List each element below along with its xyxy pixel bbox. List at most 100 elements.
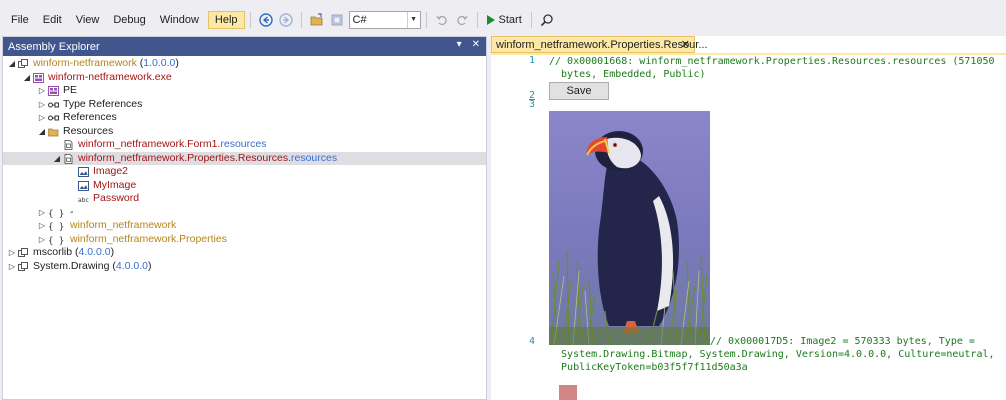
tree-node[interactable]: ▷{ } - bbox=[3, 206, 486, 220]
panel-menu-icon[interactable]: ▾ bbox=[457, 39, 462, 50]
tree-node[interactable]: ◢ winform-netframework.exe bbox=[3, 71, 486, 85]
language-value: C# bbox=[352, 13, 367, 26]
open-list-button[interactable] bbox=[328, 11, 346, 29]
tree-node-label-part: MyImage bbox=[93, 178, 137, 191]
tree-node-label: System.Drawing (4.0.0.0) bbox=[33, 260, 152, 274]
tree-node-label-part: winform-netframework bbox=[33, 57, 137, 69]
forward-button[interactable] bbox=[277, 11, 295, 29]
collapsed-arrow-icon[interactable]: ▷ bbox=[37, 206, 47, 220]
start-button[interactable]: Start bbox=[483, 14, 526, 26]
open-folder-icon bbox=[310, 12, 322, 25]
menu-file[interactable]: File bbox=[4, 11, 36, 29]
svg-text:{ }: { } bbox=[48, 236, 64, 245]
search-icon bbox=[540, 13, 553, 26]
code-comment: bytes, Embedded, Public) bbox=[549, 69, 706, 80]
tree-node-label-part: resources bbox=[291, 151, 338, 164]
collapsed-arrow-icon[interactable]: ▷ bbox=[7, 260, 17, 274]
tree-node[interactable]: ▷ PE bbox=[3, 84, 486, 98]
play-icon bbox=[486, 14, 495, 25]
language-select[interactable]: C# ▼ bbox=[348, 10, 421, 29]
tree-node-label-part: winform_netframework.Properties.Resource… bbox=[78, 151, 291, 164]
expanded-arrow-icon[interactable]: ◢ bbox=[7, 57, 17, 71]
code-comment: // 0x000017D5: Image2 = 570333 bytes, Ty… bbox=[710, 336, 975, 347]
resource-file-icon bbox=[63, 140, 74, 150]
tree-node[interactable]: ▷{ } winform_netframework.Properties bbox=[3, 233, 486, 247]
collapsed-arrow-icon[interactable]: ▷ bbox=[37, 219, 47, 233]
search-button[interactable] bbox=[538, 11, 556, 29]
tree-node[interactable]: winform_netframework.Form1.resources bbox=[3, 138, 486, 152]
expanded-arrow-icon[interactable]: ◢ bbox=[37, 125, 47, 139]
tree-node[interactable]: Image2 bbox=[3, 165, 486, 179]
svg-text:{ }: { } bbox=[48, 209, 64, 218]
tree-node[interactable]: ▷ Type References bbox=[3, 98, 486, 112]
tree-node[interactable]: ◢ Resources bbox=[3, 125, 486, 139]
pe-icon bbox=[48, 86, 59, 96]
menu-edit[interactable]: Edit bbox=[36, 11, 69, 29]
assembly-list-icon bbox=[331, 14, 342, 25]
module-icon bbox=[33, 72, 44, 83]
collapsed-arrow-icon[interactable]: ▷ bbox=[37, 84, 47, 98]
line-number: 4 bbox=[528, 336, 535, 347]
undo-button[interactable] bbox=[433, 11, 451, 29]
menu-view[interactable]: View bbox=[69, 11, 107, 29]
tree-node-label: - bbox=[70, 206, 74, 220]
tree-node-label-part: ) bbox=[110, 246, 115, 258]
tree-node[interactable]: ◢ winform_netframework.Properties.Resourc… bbox=[3, 151, 486, 166]
toolbar-separator bbox=[249, 11, 251, 28]
tree-node-label-part: 4.0.0.0 bbox=[78, 246, 111, 258]
namespace-icon: { } bbox=[48, 221, 66, 232]
menu-help[interactable]: Help bbox=[207, 10, 245, 29]
back-button[interactable] bbox=[257, 11, 275, 29]
tree-node[interactable]: ▷{ } winform_netframework bbox=[3, 219, 486, 233]
tree-node[interactable]: abc Password bbox=[3, 192, 486, 206]
collapsed-arrow-icon[interactable]: ▷ bbox=[37, 98, 47, 112]
namespace-icon: { } bbox=[48, 235, 66, 245]
toolbar-separator bbox=[530, 11, 532, 28]
expanded-arrow-icon[interactable]: ◢ bbox=[52, 152, 62, 166]
tree-node-label: winform_netframework.Properties.Resource… bbox=[78, 152, 337, 166]
tree-node-label-part: References bbox=[63, 111, 117, 123]
collapsed-arrow-icon[interactable]: ▷ bbox=[7, 246, 17, 260]
references-icon bbox=[48, 113, 59, 123]
code-comment: // 0x00001668: winform_netframework.Prop… bbox=[549, 56, 995, 67]
tree-node[interactable]: ▷ mscorlib (4.0.0.0) bbox=[3, 246, 486, 260]
tree-node-label-part: - bbox=[70, 205, 74, 218]
tree-node-label: winform_netframework bbox=[70, 219, 176, 233]
folder-open-icon bbox=[48, 127, 59, 137]
close-icon[interactable]: ✕ bbox=[472, 39, 480, 50]
menu-window[interactable]: Window bbox=[153, 11, 206, 29]
tree-node-label: mscorlib (4.0.0.0) bbox=[33, 246, 114, 260]
menu-debug[interactable]: Debug bbox=[106, 11, 152, 29]
code-editor[interactable]: 1 // 0x00001668: winform_netframework.Pr… bbox=[491, 55, 1006, 400]
image-icon bbox=[78, 167, 89, 177]
collapsed-arrow-icon[interactable]: ▷ bbox=[37, 233, 47, 247]
puffin-image bbox=[549, 111, 710, 345]
tree-node[interactable]: ▷ System.Drawing (4.0.0.0) bbox=[3, 260, 486, 274]
tree-node-label: winform-netframework.exe bbox=[48, 71, 172, 85]
collapsed-arrow-icon[interactable]: ▷ bbox=[37, 111, 47, 125]
tree-node-label: PE bbox=[63, 84, 77, 98]
tree-node-label-part: PE bbox=[63, 84, 78, 96]
tree-node-label-part: winform_netframework.Form1. bbox=[78, 138, 221, 150]
tree-node-label-part: 1.0.0.0 bbox=[143, 57, 176, 69]
assembly-explorer-panel: Assembly Explorer ▾ ✕ ◢ winform-netframew… bbox=[2, 36, 487, 400]
start-label: Start bbox=[498, 13, 522, 26]
tree-node[interactable]: ▷ References bbox=[3, 111, 486, 125]
save-button[interactable]: Save bbox=[549, 82, 609, 100]
chevron-down-icon[interactable]: ▼ bbox=[406, 11, 420, 28]
line-number: 3 bbox=[528, 99, 535, 110]
resource-file-icon bbox=[63, 153, 74, 164]
document-tab[interactable]: winform_netframework.Properties.Resour..… bbox=[491, 36, 708, 53]
redo-button[interactable] bbox=[453, 11, 471, 29]
line-number: 1 bbox=[528, 55, 535, 66]
close-icon[interactable]: ✕ bbox=[681, 38, 690, 51]
tree-node-label-part: System.Drawing bbox=[33, 259, 110, 272]
tree-node[interactable]: ◢ winform-netframework (1.0.0.0) bbox=[3, 57, 486, 71]
back-arrow-icon bbox=[258, 12, 273, 27]
expanded-arrow-icon[interactable]: ◢ bbox=[22, 71, 32, 85]
tree-node[interactable]: MyImage bbox=[3, 179, 486, 193]
document-panel: winform_netframework.Properties.Resour..… bbox=[491, 36, 1006, 400]
assembly-icon bbox=[18, 59, 29, 69]
open-button[interactable] bbox=[308, 11, 326, 29]
tree-node-label-part: winform-netframework.exe bbox=[48, 70, 172, 83]
